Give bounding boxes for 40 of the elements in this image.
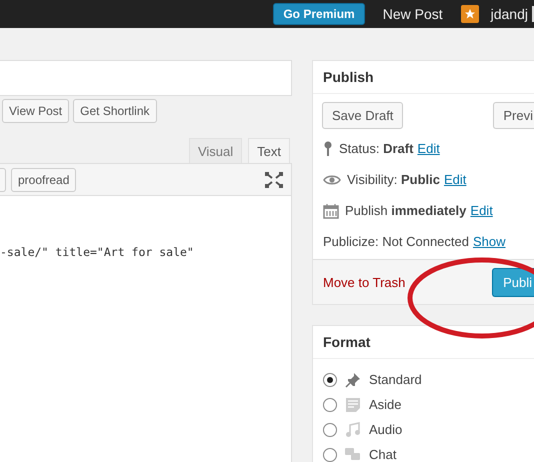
radio-button[interactable] <box>323 448 337 462</box>
save-draft-button[interactable]: Save Draft <box>322 102 404 129</box>
editor-tab[interactable]: Text <box>248 138 290 163</box>
format-option-label: Audio <box>369 422 402 437</box>
radio-button[interactable] <box>323 398 337 412</box>
post-button[interactable]: Get Shortlink <box>73 99 157 123</box>
calendar-icon <box>323 202 339 218</box>
format-option-label: Aside <box>369 397 402 412</box>
fullscreen-icon[interactable] <box>265 172 283 188</box>
document-icon <box>345 396 361 412</box>
code-line: -sale/" title="Art for sale" <box>0 245 194 259</box>
edit-link[interactable]: Edit <box>417 141 440 156</box>
move-to-trash-link[interactable]: Move to Trash <box>323 274 406 290</box>
panel-title: Publish <box>323 69 374 85</box>
pushpin-icon <box>345 372 361 388</box>
publish-meta-text: Status: Draft <box>339 141 414 156</box>
publish-meta-text: Publicize: Not Connected <box>323 234 469 249</box>
radio-button[interactable] <box>323 372 337 386</box>
pin-icon <box>323 140 333 156</box>
title-field[interactable] <box>0 60 292 96</box>
post-button[interactable]: View Post <box>2 99 70 123</box>
publish-meta-text: Visibility: Public <box>347 172 440 187</box>
edit-link[interactable]: Edit <box>444 172 466 187</box>
radio-button[interactable] <box>323 422 337 436</box>
text-editor-area[interactable]: -sale/" title="Art for sale" <box>0 196 292 462</box>
editor-tab[interactable]: Visual <box>188 138 242 163</box>
go-premium-button[interactable]: Go Premium <box>273 3 365 25</box>
format-option-label: Chat <box>369 447 396 462</box>
format-option-label: Standard <box>369 372 422 387</box>
music-note-icon <box>345 422 361 438</box>
preview-button[interactable]: Previ <box>493 102 534 129</box>
panel-title: Format <box>323 334 370 350</box>
publish-meta-text: Publish immediately <box>345 203 466 218</box>
edit-link[interactable]: Show <box>472 234 506 249</box>
new-post-link[interactable]: New Post <box>382 6 443 22</box>
chat-bubbles-icon <box>345 446 361 462</box>
toolbar-button[interactable]: proofread <box>11 168 76 192</box>
edit-link[interactable]: Edit <box>470 203 493 218</box>
user-name[interactable]: jdandj <box>490 6 528 22</box>
eye-icon <box>323 174 341 186</box>
